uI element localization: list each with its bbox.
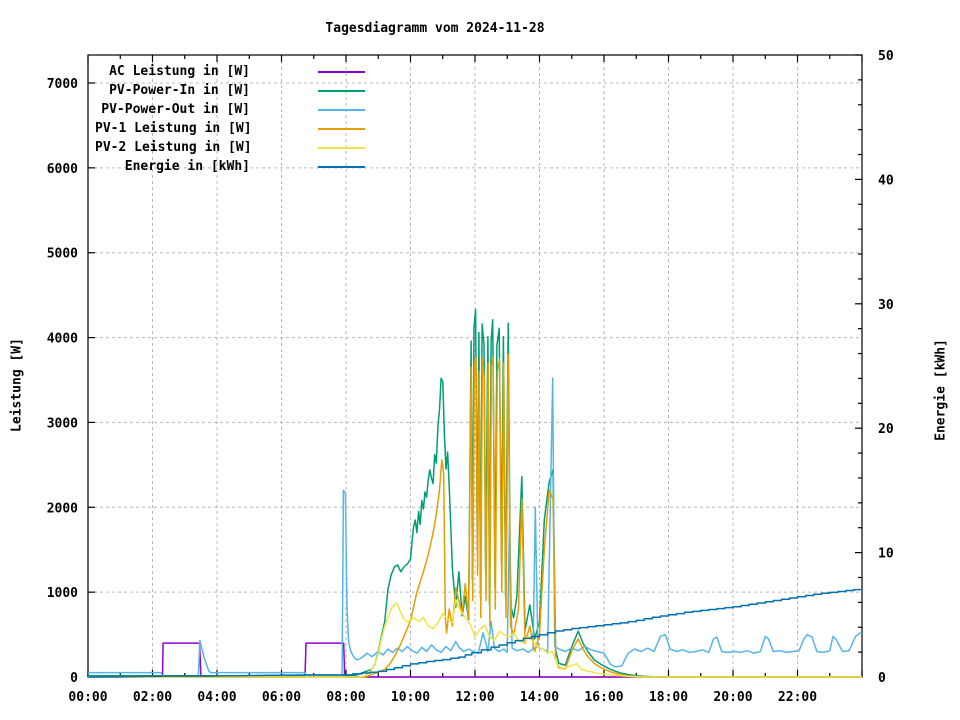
y-left-tick-label: 0 — [70, 671, 78, 686]
x-tick-label: 00:00 — [68, 690, 107, 705]
y-right-tick-label: 20 — [878, 422, 894, 437]
y-right-tick-label: 40 — [878, 173, 894, 188]
legend-line-sample — [318, 128, 365, 130]
x-tick-label: 12:00 — [455, 690, 494, 705]
legend-item-pv2: PV-2 Leistung in [W] — [0, 138, 400, 157]
legend-item-ac: AC Leistung in [W] — [0, 62, 400, 81]
x-tick-label: 16:00 — [584, 690, 623, 705]
x-tick-label: 08:00 — [326, 690, 365, 705]
y-right-tick-label: 50 — [878, 49, 894, 64]
legend-line-sample — [318, 147, 365, 149]
legend-label: PV-2 Leistung in [W] — [95, 138, 250, 157]
y-axis-label-right: Energie [kWh] — [934, 339, 949, 441]
x-tick-label: 02:00 — [133, 690, 172, 705]
legend-item-pv-power-out: PV-Power-Out in [W] — [0, 100, 400, 119]
y-left-tick-label: 1000 — [47, 586, 78, 601]
x-tick-label: 06:00 — [262, 690, 301, 705]
legend-line-sample — [318, 71, 365, 73]
x-tick-label: 18:00 — [649, 690, 688, 705]
x-tick-label: 22:00 — [778, 690, 817, 705]
legend-label: PV-Power-Out in [W] — [95, 100, 250, 119]
x-tick-label: 14:00 — [520, 690, 559, 705]
legend-label: AC Leistung in [W] — [95, 62, 250, 81]
legend-line-sample — [318, 109, 365, 111]
x-tick-label: 20:00 — [713, 690, 752, 705]
legend-item-energie: Energie in [kWh] — [0, 157, 400, 176]
legend-line-sample — [318, 90, 365, 92]
y-left-tick-label: 4000 — [47, 332, 78, 347]
x-tick-label: 04:00 — [197, 690, 236, 705]
y-right-tick-label: 30 — [878, 298, 894, 313]
y-right-tick-label: 10 — [878, 547, 894, 562]
legend-label: Energie in [kWh] — [95, 157, 250, 176]
legend-item-pv1: PV-1 Leistung in [W] — [0, 119, 400, 138]
y-left-tick-label: 5000 — [47, 247, 78, 262]
chart-title: Tagesdiagramm vom 2024-11-28 — [325, 21, 544, 36]
legend-line-sample — [318, 166, 365, 168]
legend-label: PV-Power-In in [W] — [95, 81, 250, 100]
y-left-tick-label: 3000 — [47, 416, 78, 431]
y-axis-label-left: Leistung [W] — [10, 338, 25, 432]
x-tick-label: 10:00 — [391, 690, 430, 705]
tagesdiagramm-chart: 00:00 02:00 04:00 06:00 08:00 10:00 12:00 14:00… — [0, 0, 960, 720]
legend-label: PV-1 Leistung in [W] — [95, 119, 250, 138]
y-left-tick-label: 2000 — [47, 501, 78, 516]
legend-item-pv-power-in: PV-Power-In in [W] — [0, 81, 400, 100]
y-right-tick-label: 0 — [878, 671, 886, 686]
series-line-3 — [88, 355, 862, 678]
